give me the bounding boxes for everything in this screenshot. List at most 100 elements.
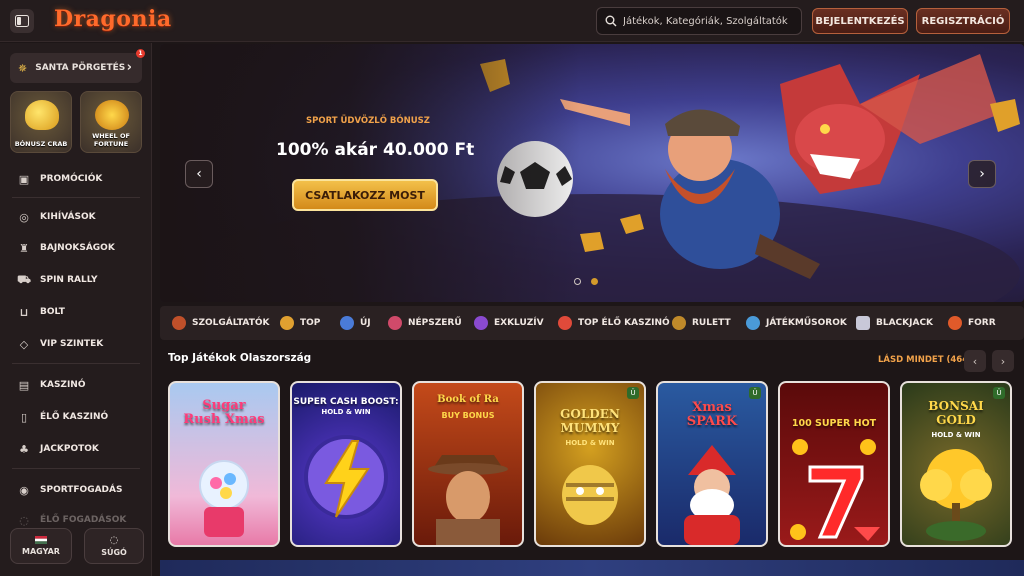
category-top-live-casino[interactable]: TOP ÉLŐ KASZINÓ: [558, 306, 670, 340]
lightning-icon: [304, 435, 388, 519]
category-new[interactable]: ÚJ: [340, 306, 371, 340]
brand-logo[interactable]: Dragonia: [54, 6, 172, 32]
medal-icon: ◎: [19, 210, 29, 224]
wheel-of-fortune-tile[interactable]: WHEEL OF FORTUNE: [80, 91, 142, 153]
new-badge: Ü: [749, 387, 761, 399]
banner-prev-button[interactable]: ‹: [185, 160, 213, 188]
games-next-button[interactable]: ›: [992, 350, 1014, 372]
new-badge: Ü: [993, 387, 1005, 399]
category-roulette[interactable]: RULETT: [672, 306, 731, 340]
sidebar-item-vip[interactable]: ◇ VIP SZINTEK: [18, 335, 103, 353]
category-exclusive[interactable]: EXKLUZÍV: [474, 306, 544, 340]
game-title: Book of Ra: [437, 394, 499, 405]
santa-spin-label: SANTA PÖRGETÉS: [35, 63, 126, 73]
help-label: SÚGÓ: [101, 548, 127, 557]
seven-icon: [790, 439, 880, 541]
games-prev-button[interactable]: ‹: [964, 350, 986, 372]
game-subtitle: HOLD & WIN: [931, 431, 981, 439]
search-icon: [605, 15, 617, 27]
carousel-dot-active[interactable]: [591, 278, 598, 285]
next-section-preview: [160, 560, 1024, 576]
chevron-right-icon: ›: [126, 60, 132, 75]
section-title: Top Játékok Olaszország: [168, 352, 312, 364]
login-button[interactable]: BEJELENTKEZÉS: [812, 8, 908, 34]
banner-next-button[interactable]: ›: [968, 160, 996, 188]
sidebar-item-sports[interactable]: ◉ SPORTFOGADÁS: [18, 481, 122, 499]
register-button[interactable]: REGISZTRÁCIÓ: [916, 8, 1010, 34]
chevron-right-icon: ›: [1000, 354, 1006, 368]
banner-shade: [160, 44, 580, 302]
roulette-icon: [672, 316, 686, 330]
language-label: MAGYAR: [22, 547, 60, 556]
category-game-shows[interactable]: JÁTÉKMŰSOROK: [746, 306, 847, 340]
category-bar: SZOLGÁLTATÓK TOP ÚJ NÉPSZERŰ EXKLUZÍV TO…: [160, 306, 1024, 340]
live-casino-icon: [558, 316, 572, 330]
candy-machine-icon: [199, 460, 249, 537]
game-card-bonsai-gold[interactable]: Ü BONSAI GOLD HOLD & WIN: [900, 381, 1012, 547]
game-card-sugar-rush-xmas[interactable]: Sugar Rush Xmas: [168, 381, 280, 547]
new-badge: Ü: [627, 387, 639, 399]
car-icon: ⛟: [17, 272, 31, 286]
game-card-golden-mummy[interactable]: Ü GOLDEN MUMMY HOLD & WIN: [534, 381, 646, 547]
live-icon: ◌: [19, 513, 29, 527]
game-card-super-cash-boost[interactable]: SUPER CASH BOOST: HOLD & WIN: [290, 381, 402, 547]
basket-icon: ⊔: [19, 305, 29, 319]
sidebar-item-jackpots[interactable]: ♣ JACKPOTOK: [18, 440, 99, 458]
blackjack-icon: [856, 316, 870, 330]
sidebar-item-casino[interactable]: ▤ KASZINÓ: [18, 376, 86, 394]
carousel-dot[interactable]: [574, 278, 581, 285]
game-title: Xmas SPARK: [686, 400, 738, 429]
search-box[interactable]: [596, 7, 802, 35]
language-button[interactable]: MAGYAR: [10, 528, 72, 564]
sidebar-item-live-casino[interactable]: ▯ ÉLŐ KASZINÓ: [18, 408, 108, 426]
rocket-icon: [388, 316, 402, 330]
join-now-button[interactable]: CSATLAKOZZ MOST: [292, 179, 438, 211]
game-subtitle: BUY BONUS: [441, 411, 495, 420]
game-subtitle: HOLD & WIN: [565, 439, 615, 447]
game-card-book-of-ra[interactable]: Book of Ra BUY BONUS: [412, 381, 524, 547]
star-icon: [280, 316, 294, 330]
bonus-crab-tile[interactable]: BÓNUSZ CRAB: [10, 91, 72, 153]
category-hot[interactable]: FORR: [948, 306, 996, 340]
exclusive-icon: [474, 316, 488, 330]
wheel-icon: [95, 100, 129, 130]
hero-banner[interactable]: SPORT ÜDVÖZLŐ BÓNUSZ 100% akár 40.000 Ft…: [160, 44, 1024, 302]
gift-icon: ▣: [18, 172, 30, 186]
category-blackjack[interactable]: BLACKJACK: [856, 306, 933, 340]
sidebar: ✵ SANTA PÖRGETÉS 1 › BÓNUSZ CRAB WHEEL O…: [0, 43, 152, 576]
search-input[interactable]: [623, 15, 793, 27]
providers-icon: [172, 316, 186, 330]
sidebar-item-spin-rally[interactable]: ⛟ SPIN RALLY: [17, 271, 98, 289]
diamond-icon: ◇: [19, 337, 29, 351]
help-button[interactable]: ◌ SÚGÓ: [84, 528, 144, 564]
slot-icon: ▤: [18, 378, 30, 392]
fire-icon: [948, 316, 962, 330]
category-popular[interactable]: NÉPSZERŰ: [388, 306, 462, 340]
game-title: SUPER CASH BOOST:: [293, 397, 399, 407]
see-all-link[interactable]: LÁSD MINDET (464): [878, 355, 972, 365]
chevron-right-icon: ›: [979, 166, 985, 182]
sidebar-item-shop[interactable]: ⊔ BOLT: [18, 303, 65, 321]
sidebar-item-challenges[interactable]: ◎ KIHÍVÁSOK: [18, 208, 95, 226]
game-title: GOLDEN MUMMY: [560, 407, 620, 435]
game-card-xmas-spark[interactable]: Ü Xmas SPARK: [656, 381, 768, 547]
game-card-100-super-hot[interactable]: 100 SUPER HOT: [778, 381, 890, 547]
menu-toggle-button[interactable]: [10, 9, 34, 33]
category-providers[interactable]: SZOLGÁLTATÓK: [172, 306, 269, 340]
divider: [12, 363, 140, 364]
clover-icon: ♣: [19, 442, 29, 456]
sidebar-item-live-betting[interactable]: ◌ ÉLŐ FOGADÁSOK: [18, 511, 126, 529]
santa-spin-promo[interactable]: ✵ SANTA PÖRGETÉS 1 ›: [10, 49, 145, 83]
casino-app: Dragonia BEJELENTKEZÉS REGISZTRÁCIÓ ✵ SA…: [0, 0, 1024, 576]
sparkle-icon: ✵: [18, 61, 28, 75]
promo-subtitle: SPORT ÜDVÖZLŐ BÓNUSZ: [306, 116, 430, 126]
sidebar-toggle-icon: [15, 15, 29, 27]
chevron-left-icon: ‹: [196, 166, 202, 182]
sidebar-item-tournaments[interactable]: ♜ BAJNOKSÁGOK: [18, 239, 115, 257]
divider: [12, 468, 140, 469]
mummy-icon: [562, 465, 618, 525]
sidebar-item-promotions[interactable]: ▣ PROMÓCIÓK: [18, 170, 103, 188]
crab-icon: [25, 100, 59, 130]
game-title: BONSAI GOLD: [928, 399, 984, 427]
category-top[interactable]: TOP: [280, 306, 320, 340]
